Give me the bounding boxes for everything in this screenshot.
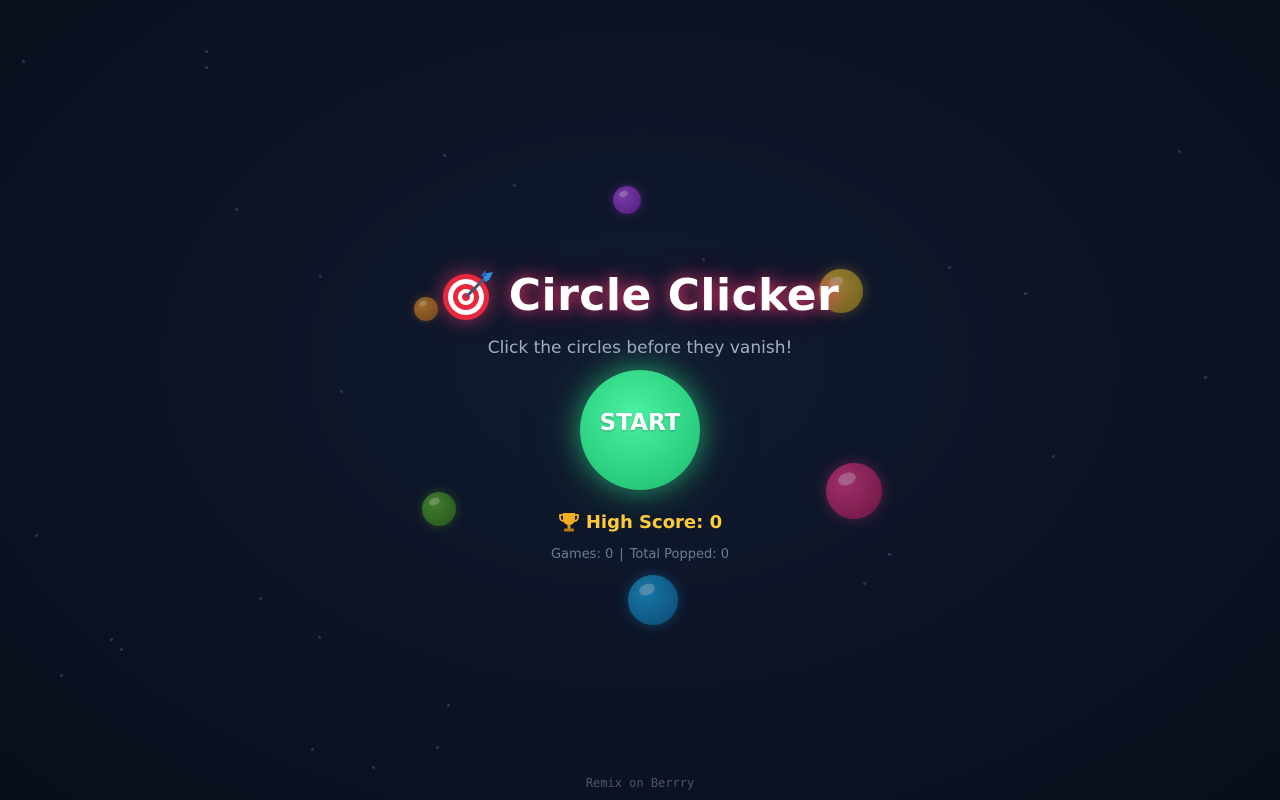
game-title: Circle Clicker	[508, 269, 840, 321]
dart-target-icon	[441, 268, 495, 322]
high-score: High Score: 0	[0, 511, 1280, 533]
stats-separator: |	[619, 547, 624, 562]
subtitle: Click the circles before they vanish!	[487, 338, 793, 358]
remix-footer-link[interactable]: Remix on Berrry	[0, 776, 1280, 790]
purple-circle-target[interactable]	[613, 186, 641, 214]
total-popped-count: Total Popped: 0	[629, 547, 730, 562]
start-button[interactable]: START	[580, 370, 700, 490]
high-score-label: High Score: 0	[585, 511, 723, 533]
blue-circle-target[interactable]	[628, 575, 678, 625]
trophy-icon	[558, 511, 580, 533]
games-count: Games: 0	[550, 547, 614, 562]
game-stats: Games: 0 | Total Popped: 0	[0, 547, 1280, 562]
title-row: Circle Clicker	[0, 268, 1280, 322]
